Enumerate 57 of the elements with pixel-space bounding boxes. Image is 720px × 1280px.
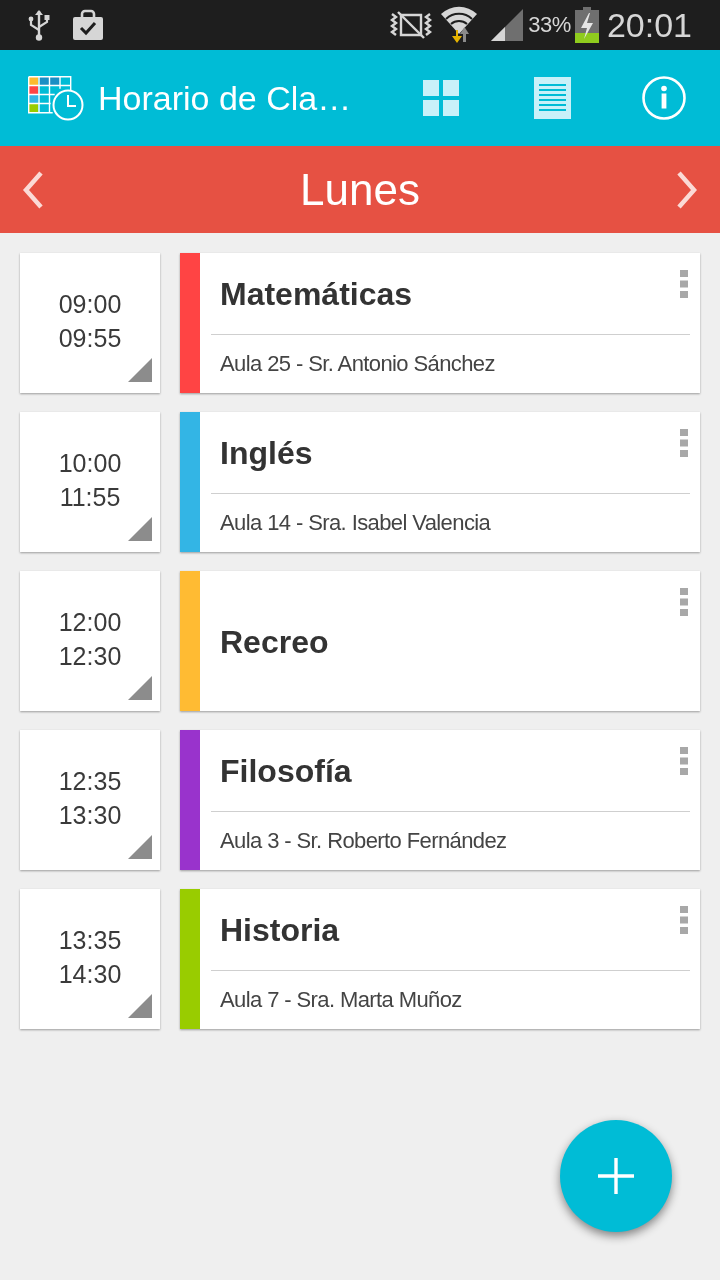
overflow-menu-icon[interactable]: [680, 588, 688, 616]
time-card[interactable]: 13:35 14:30: [20, 889, 160, 1029]
class-details: Aula 25 - Sr. Antonio Sánchez: [220, 351, 495, 377]
list-view-icon[interactable]: [534, 77, 571, 119]
class-card[interactable]: Inglés Aula 14 - Sra. Isabel Valencia: [180, 412, 700, 552]
plus-icon: [598, 1158, 634, 1194]
grid-view-icon[interactable]: [423, 80, 459, 116]
app-title: Horario de Cla…: [98, 78, 353, 118]
chevron-right-icon[interactable]: [676, 169, 698, 210]
end-time: 11:55: [59, 482, 121, 513]
info-icon[interactable]: [642, 76, 686, 120]
battery-charging-icon: [574, 7, 599, 43]
start-time: 09:00: [58, 289, 122, 320]
class-details: Aula 7 - Sra. Marta Muñoz: [220, 987, 462, 1013]
class-card[interactable]: Filosofía Aula 3 - Sr. Roberto Fernández: [180, 730, 700, 870]
class-name: Inglés: [220, 435, 313, 472]
start-time: 10:00: [58, 448, 122, 479]
time-card[interactable]: 09:00 09:55: [20, 253, 160, 393]
corner-triangle-icon: [128, 835, 152, 859]
timetable-clock-icon: [28, 75, 85, 121]
end-time: 14:30: [58, 959, 122, 990]
corner-triangle-icon: [128, 517, 152, 541]
vibrate-off-icon: [390, 10, 433, 40]
start-time: 12:35: [58, 766, 122, 797]
time-card[interactable]: 10:00 11:55: [20, 412, 160, 552]
add-button[interactable]: [560, 1120, 672, 1232]
class-name: Filosofía: [220, 753, 352, 790]
class-card[interactable]: Matemáticas Aula 25 - Sr. Antonio Sánchez: [180, 253, 700, 393]
battery-percent: 33%: [528, 12, 571, 38]
overflow-menu-icon[interactable]: [680, 747, 688, 775]
end-time: 13:30: [58, 800, 122, 831]
usb-icon: [28, 9, 50, 41]
class-details: Aula 14 - Sra. Isabel Valencia: [220, 510, 491, 536]
day-title: Lunes: [299, 164, 421, 215]
time-card[interactable]: 12:35 13:30: [20, 730, 160, 870]
class-details: Aula 3 - Sr. Roberto Fernández: [220, 828, 507, 854]
clock-time: 20:01: [606, 5, 692, 45]
overflow-menu-icon[interactable]: [680, 906, 688, 934]
class-name: Recreo: [220, 623, 329, 661]
bag-check-icon: [72, 9, 104, 41]
time-card[interactable]: 12:00 12:30: [20, 571, 160, 711]
class-name: Historia: [220, 912, 340, 949]
overflow-menu-icon[interactable]: [680, 429, 688, 457]
start-time: 13:35: [58, 925, 122, 956]
class-name: Matemáticas: [220, 276, 413, 313]
start-time: 12:00: [58, 607, 122, 638]
class-card[interactable]: Historia Aula 7 - Sra. Marta Muñoz: [180, 889, 700, 1029]
chevron-left-icon[interactable]: [22, 169, 44, 210]
overflow-menu-icon[interactable]: [680, 270, 688, 298]
signal-icon: [490, 8, 525, 42]
corner-triangle-icon: [128, 358, 152, 382]
wifi-icon: [440, 6, 479, 44]
end-time: 12:30: [58, 641, 122, 672]
class-card[interactable]: Recreo: [180, 571, 700, 711]
corner-triangle-icon: [128, 994, 152, 1018]
corner-triangle-icon: [128, 676, 152, 700]
end-time: 09:55: [58, 323, 122, 354]
